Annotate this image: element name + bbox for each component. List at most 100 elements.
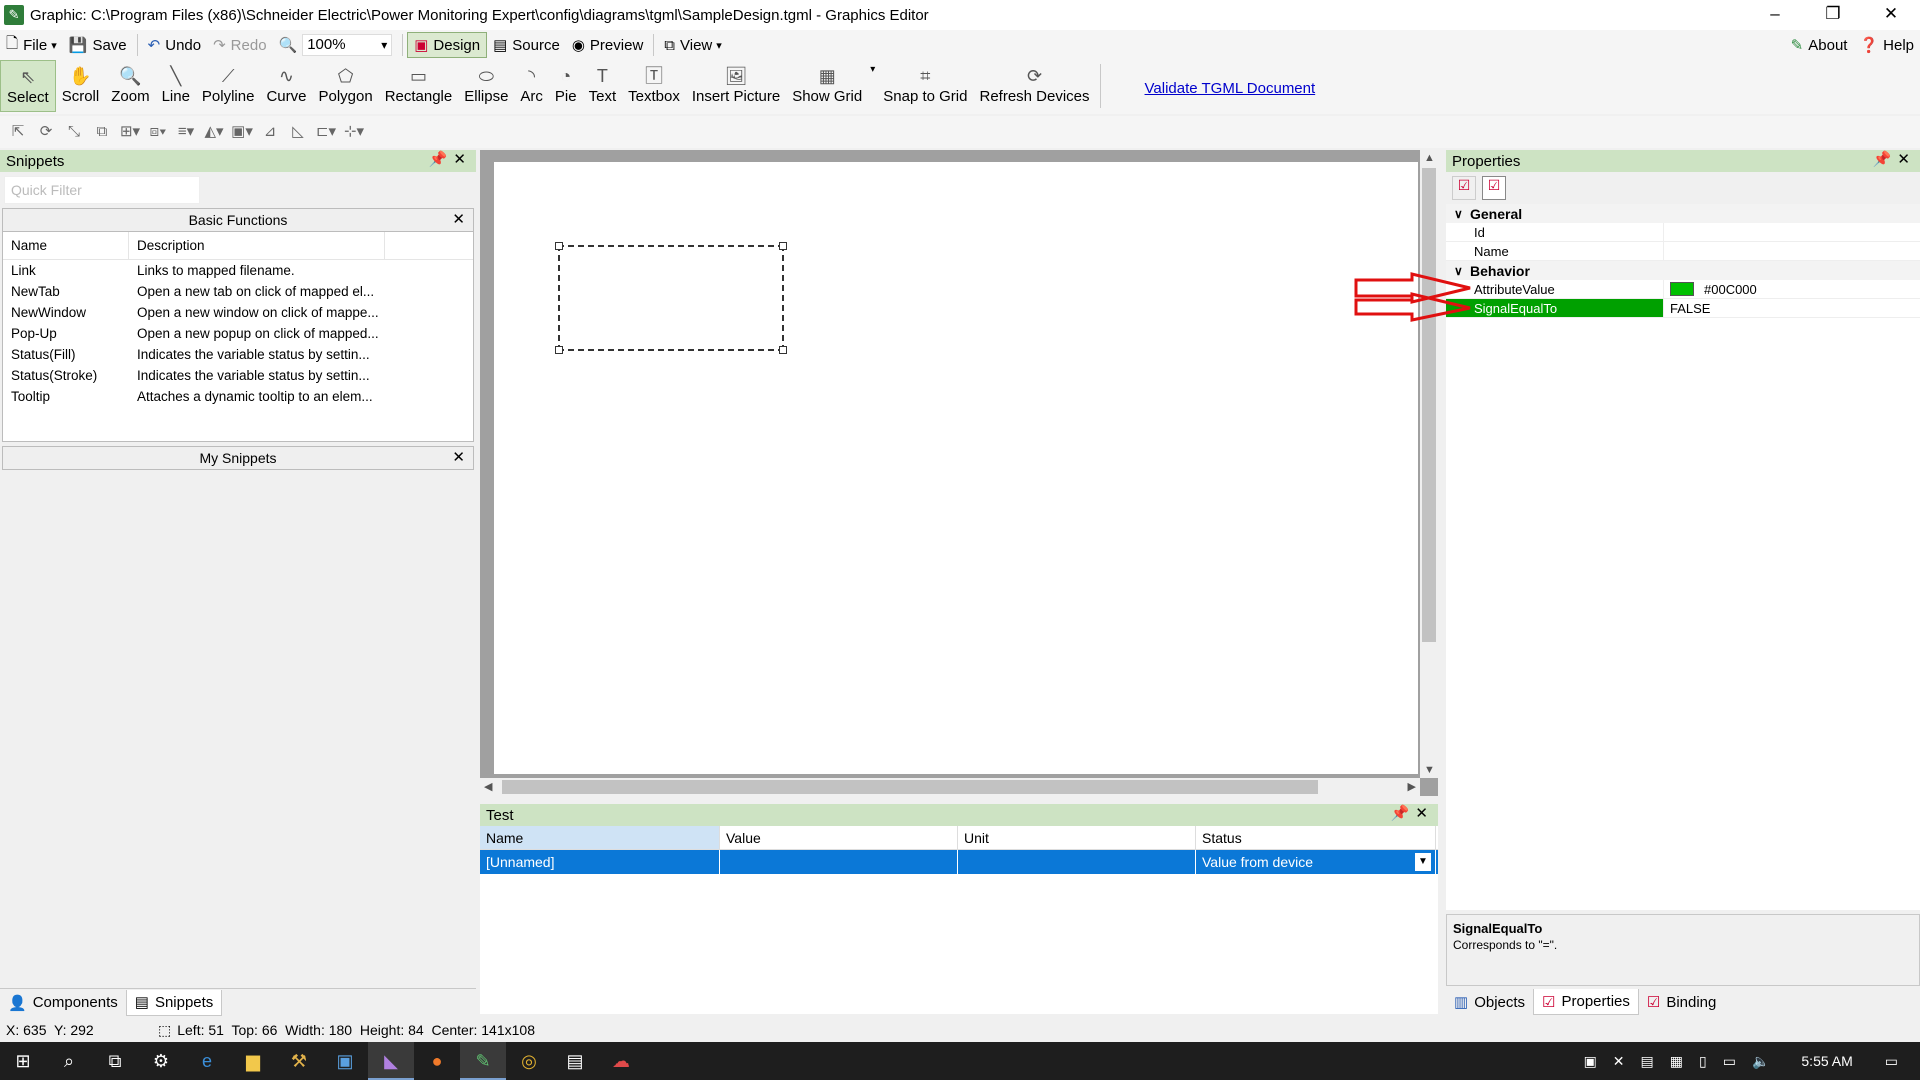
task-view-icon[interactable]: ⧉ — [92, 1042, 138, 1080]
close-icon[interactable]: ✕ — [452, 209, 465, 231]
chrome-icon[interactable]: ◎ — [506, 1042, 552, 1080]
align-icon[interactable]: ⊞▾ — [116, 120, 144, 144]
pin-icon[interactable]: 📌 — [1391, 805, 1416, 822]
design-button[interactable]: ▣ Design — [407, 32, 488, 58]
view-menu[interactable]: ⧉ View ▾ — [658, 32, 728, 58]
distribute-icon[interactable]: ≡▾ — [172, 120, 200, 144]
node-edit-icon[interactable]: ⊹▾ — [340, 120, 368, 144]
tab-binding[interactable]: ☑ Binding — [1639, 989, 1725, 1015]
tool-textbox[interactable]: 🅃 Textbox — [622, 60, 686, 112]
basic-functions-header[interactable]: Basic Functions ✕ — [2, 208, 474, 232]
file-menu[interactable]: 🗋 File ▾ — [0, 32, 63, 58]
rotate-icon[interactable]: ⟳ — [32, 120, 60, 144]
chevron-down-icon[interactable]: ▼ — [1415, 853, 1431, 871]
tab-objects[interactable]: ▥ Objects — [1446, 989, 1533, 1015]
app-icon[interactable]: ☁ — [598, 1042, 644, 1080]
list-item[interactable]: Link Links to mapped filename. — [3, 260, 473, 281]
scroll-down-icon[interactable]: ▼ — [1424, 764, 1435, 776]
tray-icon[interactable]: ▣ — [1584, 1053, 1597, 1070]
tool-refresh-devices[interactable]: ⟳ Refresh Devices — [973, 60, 1095, 112]
network-icon[interactable]: ▭ — [1723, 1053, 1736, 1070]
property-row[interactable]: AttributeValue #00C000 — [1446, 280, 1920, 299]
alphabetical-icon[interactable]: ☑ — [1482, 176, 1506, 200]
resize-handle[interactable] — [555, 242, 563, 250]
resize-icon[interactable]: ⤡ — [60, 120, 88, 144]
about-button[interactable]: ✎ About — [1785, 32, 1854, 58]
file-explorer-icon[interactable]: ▆ — [230, 1042, 276, 1080]
tray-icon[interactable]: ▦ — [1670, 1053, 1683, 1070]
list-item[interactable]: Pop-Up Open a new popup on click of mappe… — [3, 323, 473, 344]
tool-arc[interactable]: ◝ Arc — [514, 60, 549, 112]
clock[interactable]: 5:55 AM — [1801, 1053, 1852, 1069]
source-button[interactable]: ▤ Source — [487, 32, 566, 58]
tool-line[interactable]: ╲ Line — [156, 60, 196, 112]
pointer-icon[interactable]: ⇱ — [4, 120, 32, 144]
tool-scroll[interactable]: ✋ Scroll — [56, 60, 106, 112]
color-swatch[interactable] — [1670, 282, 1694, 296]
size-icon[interactable]: ▣▾ — [228, 120, 256, 144]
notification-icon[interactable]: ▭ — [1885, 1053, 1898, 1070]
status-select[interactable]: Value from device ▼ — [1196, 850, 1436, 874]
resize-handle[interactable] — [779, 242, 787, 250]
vertical-scroll-thumb[interactable] — [1422, 168, 1436, 642]
tool-ellipse[interactable]: ⬭ Ellipse — [458, 60, 514, 112]
firefox-icon[interactable]: ● — [414, 1042, 460, 1080]
table-row[interactable]: [Unnamed] Value from device ▼ — [480, 850, 1438, 874]
list-item[interactable]: Tooltip Attaches a dynamic tooltip to an … — [3, 386, 473, 407]
tool-pie[interactable]: ◔ Pie — [549, 60, 583, 112]
tool-rectangle[interactable]: ▭ Rectangle — [379, 60, 459, 112]
tool-polygon[interactable]: ⬠ Polygon — [312, 60, 378, 112]
tool-show-grid[interactable]: ▦ Show Grid — [786, 60, 868, 112]
scroll-left-icon[interactable]: ◀ — [484, 780, 492, 793]
tool-curve[interactable]: ∿ Curve — [260, 60, 312, 112]
show-grid-dropdown[interactable]: ▾ — [868, 60, 877, 112]
minimize-button[interactable]: – — [1746, 0, 1804, 30]
undo-button[interactable]: ↶ Undo — [142, 32, 207, 58]
settings-icon[interactable]: ⚙ — [138, 1042, 184, 1080]
category-general[interactable]: ∨ General — [1446, 204, 1920, 223]
help-button[interactable]: ❓ Help — [1853, 32, 1920, 58]
rotate-right-icon[interactable]: ◺ — [284, 120, 312, 144]
search-icon[interactable]: ⌕ — [46, 1042, 92, 1080]
validate-tgml-link[interactable]: Validate TGML Document — [1145, 80, 1316, 97]
close-icon[interactable]: ✕ — [453, 151, 472, 168]
rotate-left-icon[interactable]: ⊿ — [256, 120, 284, 144]
volume-icon[interactable]: 🔈 — [1752, 1053, 1769, 1070]
tool-zoom[interactable]: 🔍 Zoom — [105, 60, 155, 112]
chevron-down-icon[interactable]: ∨ — [1454, 207, 1470, 221]
resize-handle[interactable] — [779, 346, 787, 354]
tray-icon[interactable]: ✕ — [1613, 1053, 1625, 1070]
battery-icon[interactable]: ▯ — [1699, 1053, 1707, 1070]
categorized-icon[interactable]: ☑ — [1452, 176, 1476, 200]
tool-select[interactable]: ⇖ Select — [0, 60, 56, 112]
restore-button[interactable]: ❐ — [1804, 0, 1862, 30]
pin-icon[interactable]: 📌 — [1873, 151, 1898, 168]
property-row[interactable]: SignalEqualTo FALSE — [1446, 299, 1920, 318]
horizontal-scroll-thumb[interactable] — [502, 780, 1318, 794]
close-icon[interactable]: ✕ — [452, 447, 465, 469]
tool-text[interactable]: T Text — [583, 60, 623, 112]
tool-polyline[interactable]: ⟋ Polyline — [196, 60, 261, 112]
save-button[interactable]: 💾 Save — [63, 32, 133, 58]
close-button[interactable]: ✕ — [1862, 0, 1920, 30]
zoom-control[interactable]: 🔍 100% — [273, 32, 399, 58]
tool-insert-picture[interactable]: 🖼 Insert Picture — [686, 60, 786, 112]
redo-button[interactable]: ↷ Redo — [207, 32, 272, 58]
graphics-editor-icon[interactable]: ✎ — [460, 1042, 506, 1080]
order-icon[interactable]: ⧈▾ — [144, 120, 172, 144]
flip-icon[interactable]: ◭▾ — [200, 120, 228, 144]
zoom-select[interactable]: 100% — [302, 34, 393, 56]
edge-icon[interactable]: e — [184, 1042, 230, 1080]
selected-rectangle[interactable] — [555, 242, 787, 354]
tab-properties[interactable]: ☑ Properties — [1533, 989, 1639, 1015]
tray-icon[interactable]: ▤ — [1641, 1053, 1654, 1070]
app-icon[interactable]: ▤ — [552, 1042, 598, 1080]
scroll-up-icon[interactable]: ▲ — [1424, 152, 1435, 164]
property-row[interactable]: Id — [1446, 223, 1920, 242]
list-item[interactable]: Status(Fill) Indicates the variable statu… — [3, 344, 473, 365]
transform-icon[interactable]: ⊏▾ — [312, 120, 340, 144]
tool-snap-to-grid[interactable]: ⌗ Snap to Grid — [877, 60, 973, 112]
tab-components[interactable]: 👤 Components — [0, 990, 126, 1016]
resize-handle[interactable] — [555, 346, 563, 354]
app-icon[interactable]: ⚒ — [276, 1042, 322, 1080]
